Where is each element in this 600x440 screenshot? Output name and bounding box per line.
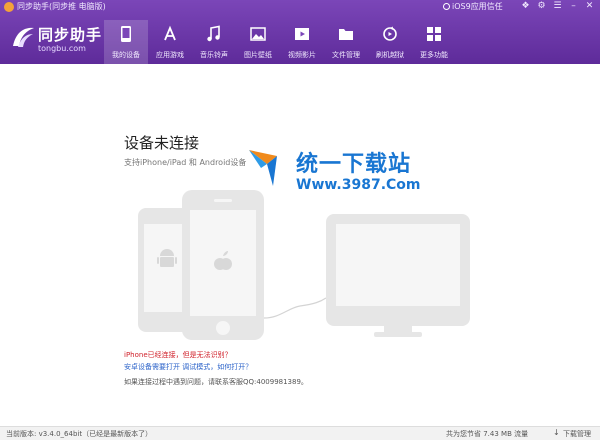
ios-trust-icon[interactable] [443,3,450,10]
window-title: 同步助手(同步推 电脑版) [17,2,106,11]
traffic-saved: 共为您节省 7.43 MB 流量 [446,430,529,438]
title-bar: 同步助手(同步推 电脑版) iOS9应用信任 ❖ ⚙ ☰ – ✕ [0,0,600,14]
download-manager-button[interactable]: 下载管理 [563,429,591,439]
grid-icon [427,27,441,41]
nav-more-features[interactable]: 更多功能 [412,20,456,64]
support-note: 如果连接过程中遇到问题，请联系客服QQ:4009981389。 [124,378,308,386]
iphone-not-recognized-link[interactable]: iPhone已经连接，但是无法识别？ [124,350,232,360]
app-header: 同步助手(同步推 电脑版) iOS9应用信任 ❖ ⚙ ☰ – ✕ 同步助手 to… [0,0,600,64]
tool-icon[interactable]: ⚙ [536,1,547,12]
nav-pictures-wallpaper[interactable]: 图片壁纸 [236,20,280,64]
nav-file-manager[interactable]: 文件管理 [324,20,368,64]
computer-monitor [326,214,470,337]
nav-apps-games[interactable]: 应用游戏 [148,20,192,64]
nav-flash-jailbreak[interactable]: 刷机越狱 [368,20,412,64]
version-info: 当前版本: v3.4.0_64bit（已经是最新版本了） [6,430,153,438]
phone-icon [121,26,131,42]
main-content: 设备未连接 支持iPhone/iPad 和 Android设备 统一下载站 Ww… [0,64,600,426]
watermark-logo-icon [249,150,277,186]
iphone [182,190,264,340]
close-icon[interactable]: ✕ [584,1,595,12]
status-bar: 当前版本: v3.4.0_64bit（已经是最新版本了） 共为您节省 7.43 … [0,426,600,440]
music-icon [207,25,220,42]
nav-my-device[interactable]: 我的设备 [104,20,148,64]
refresh-icon [383,26,397,41]
watermark-text: 统一下载站 [296,152,412,177]
image-icon [250,27,266,41]
download-icon[interactable]: ↓ [553,429,561,437]
logo-name: 同步助手 [38,26,103,44]
page-subtitle: 支持iPhone/iPad 和 Android设备 [124,158,247,167]
android-debug-mode-link[interactable]: 安卓设备需要打开 调试模式，如何打开？ [124,362,252,372]
app-icon [4,2,14,12]
devices-illustration [138,190,470,340]
ios-trust-link[interactable]: iOS9应用信任 [452,1,503,12]
nav-music-ringtones[interactable]: 音乐铃声 [192,20,236,64]
minimize-icon[interactable]: – [568,1,579,12]
page-title: 设备未连接 [124,134,200,152]
folder-icon [339,29,353,40]
logo-icon [13,27,34,47]
menu-icon[interactable]: ☰ [552,1,563,12]
appstore-icon [164,25,176,41]
usb-cable [263,297,327,319]
video-icon [295,28,309,40]
nav-video-movies[interactable]: 视频影片 [280,20,324,64]
logo-domain: tongbu.com [38,44,86,53]
shirt-icon[interactable]: ❖ [520,1,531,12]
